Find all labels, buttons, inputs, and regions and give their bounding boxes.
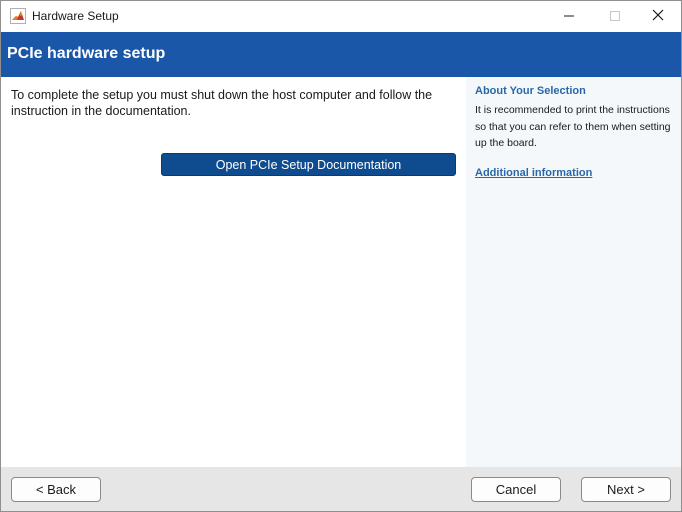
- instructions-text: To complete the setup you must shut down…: [11, 88, 433, 118]
- main-panel: To complete the setup you must shut down…: [1, 77, 466, 467]
- window-title: Hardware Setup: [32, 9, 119, 23]
- maximize-button[interactable]: [592, 1, 638, 32]
- page-title: PCIe hardware setup: [7, 45, 166, 62]
- title-bar: Hardware Setup: [1, 1, 681, 32]
- hardware-setup-window: Hardware Setup PCIe hardware setup To co…: [0, 0, 682, 512]
- cancel-button[interactable]: Cancel: [471, 477, 561, 502]
- page-header: PCIe hardware setup: [1, 32, 681, 77]
- minimize-button[interactable]: [546, 1, 592, 32]
- matlab-logo-icon: [10, 8, 26, 24]
- back-button[interactable]: < Back: [11, 477, 101, 502]
- next-button[interactable]: Next >: [581, 477, 671, 502]
- additional-information-link[interactable]: Additional information: [475, 167, 592, 179]
- side-panel-text: It is recommended to print the instructi…: [475, 104, 671, 149]
- close-button[interactable]: [635, 1, 681, 32]
- maximize-icon: [610, 8, 620, 26]
- open-documentation-button[interactable]: Open PCIe Setup Documentation: [161, 153, 456, 176]
- side-panel-heading: About Your Selection: [475, 85, 586, 97]
- side-panel: About Your Selection It is recommended t…: [466, 77, 681, 467]
- minimize-icon: [564, 8, 574, 26]
- footer-bar: < Back Cancel Next >: [1, 467, 681, 511]
- close-icon: [652, 8, 664, 26]
